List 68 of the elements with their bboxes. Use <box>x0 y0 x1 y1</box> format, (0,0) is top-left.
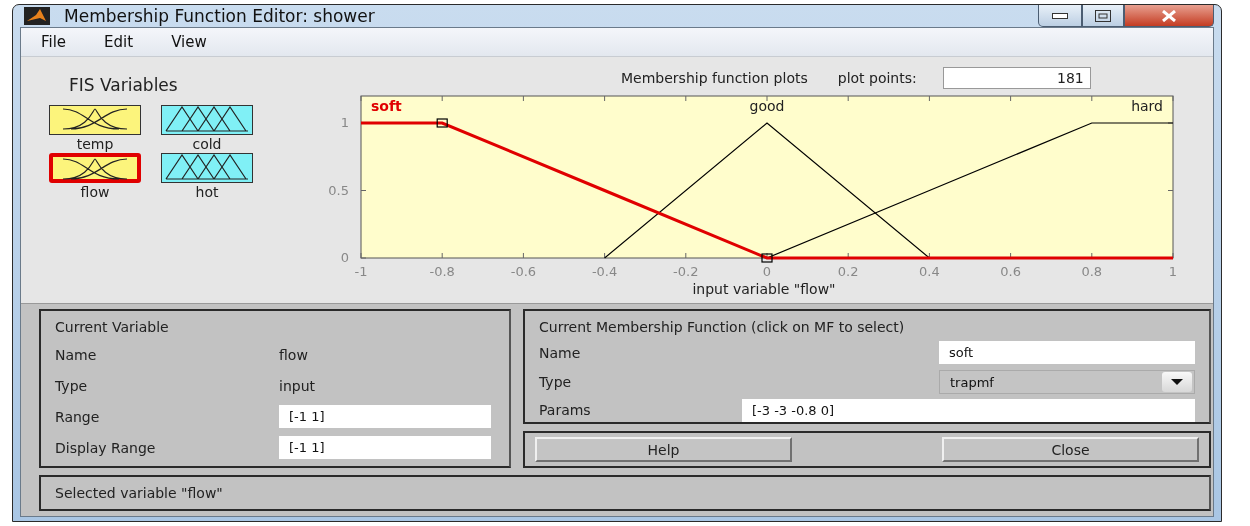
maximize-icon <box>1095 9 1111 22</box>
membership-curve[interactable] <box>361 121 1173 260</box>
x-axis-label: input variable "flow" <box>692 281 836 297</box>
x-tick-label: 0.2 <box>837 264 859 279</box>
triangles-icon <box>164 154 250 180</box>
push-button[interactable]: Help <box>535 437 792 462</box>
variable-button[interactable] <box>49 153 141 183</box>
field-label: Name <box>55 346 98 363</box>
x-tick-label: 1 <box>1168 264 1178 279</box>
x-tick-label: -0.8 <box>429 264 455 279</box>
variable-label: cold <box>192 135 222 153</box>
text-field[interactable]: soft <box>939 341 1195 364</box>
field-label: Type <box>539 374 573 390</box>
field-label: Range <box>55 408 101 425</box>
membership-curve[interactable] <box>604 122 930 259</box>
y-tick-label: 0.5 <box>328 182 349 198</box>
y-tick-label: 0 <box>340 250 349 265</box>
x-tick-label: -0.2 <box>673 264 699 279</box>
menu-item[interactable]: Edit <box>104 33 134 51</box>
plot-title: Membership function plots <box>621 70 808 86</box>
x-tick-label: 0.8 <box>1081 264 1103 279</box>
caret-icon <box>1171 379 1183 385</box>
x-tick-label: 0 <box>762 264 772 279</box>
field-value: flow <box>279 346 308 363</box>
field-label: Name <box>539 344 582 361</box>
minimize-button[interactable] <box>1038 5 1082 27</box>
close-icon <box>1161 9 1177 22</box>
text-field[interactable]: [-1 1] <box>279 436 491 459</box>
field-label: plot points: <box>837 70 917 86</box>
variable-label: flow <box>80 183 110 201</box>
vertex-handle[interactable] <box>436 118 448 128</box>
maximize-button[interactable] <box>1082 5 1124 27</box>
x-tick-label: 0.4 <box>919 264 940 279</box>
panel-title: Current Variable <box>55 318 170 337</box>
curve-label: soft <box>371 98 402 114</box>
triangles-icon <box>164 106 250 132</box>
text-field[interactable]: [-1 1] <box>279 405 491 428</box>
app-logo-icon <box>24 7 50 25</box>
variable-button[interactable] <box>49 105 141 135</box>
variable-button[interactable] <box>161 153 253 183</box>
curve-label: hard <box>1131 98 1163 114</box>
push-button[interactable]: Close <box>942 437 1199 462</box>
type-dropdown[interactable]: trapmf <box>939 370 1195 394</box>
status-text: Selected variable "flow" <box>55 485 224 501</box>
variable-label: temp <box>76 135 114 153</box>
variable-label: hot <box>195 183 219 201</box>
field-value: input <box>279 377 315 394</box>
text-field[interactable]: [-3 -3 -0.8 0] <box>742 398 1195 422</box>
menu-item[interactable]: View <box>171 33 207 51</box>
x-tick-label: -1 <box>354 264 368 279</box>
x-tick-label: 0.6 <box>1000 264 1021 279</box>
minimize-icon <box>1052 12 1068 19</box>
x-tick-label: -0.6 <box>510 264 537 279</box>
membership-curve[interactable] <box>766 122 1174 259</box>
field-label: Params <box>539 402 592 418</box>
y-tick-label: 1 <box>340 115 349 130</box>
plot-points-field[interactable]: 181 <box>942 67 1091 89</box>
field-label: Type <box>55 377 89 394</box>
close-button[interactable] <box>1124 5 1214 27</box>
x-tick-label: -0.4 <box>591 264 618 279</box>
window-title: Membership Function Editor: shower <box>64 6 376 26</box>
panel-title: Current Membership Function (click on MF to select) <box>539 318 906 337</box>
menu-item[interactable]: File <box>41 33 67 51</box>
vertex-handle[interactable] <box>761 253 773 263</box>
curve-label: good <box>749 98 785 114</box>
variable-button[interactable] <box>161 105 253 135</box>
section-title: FIS Variables <box>69 75 179 95</box>
field-label: Display Range <box>55 439 157 456</box>
